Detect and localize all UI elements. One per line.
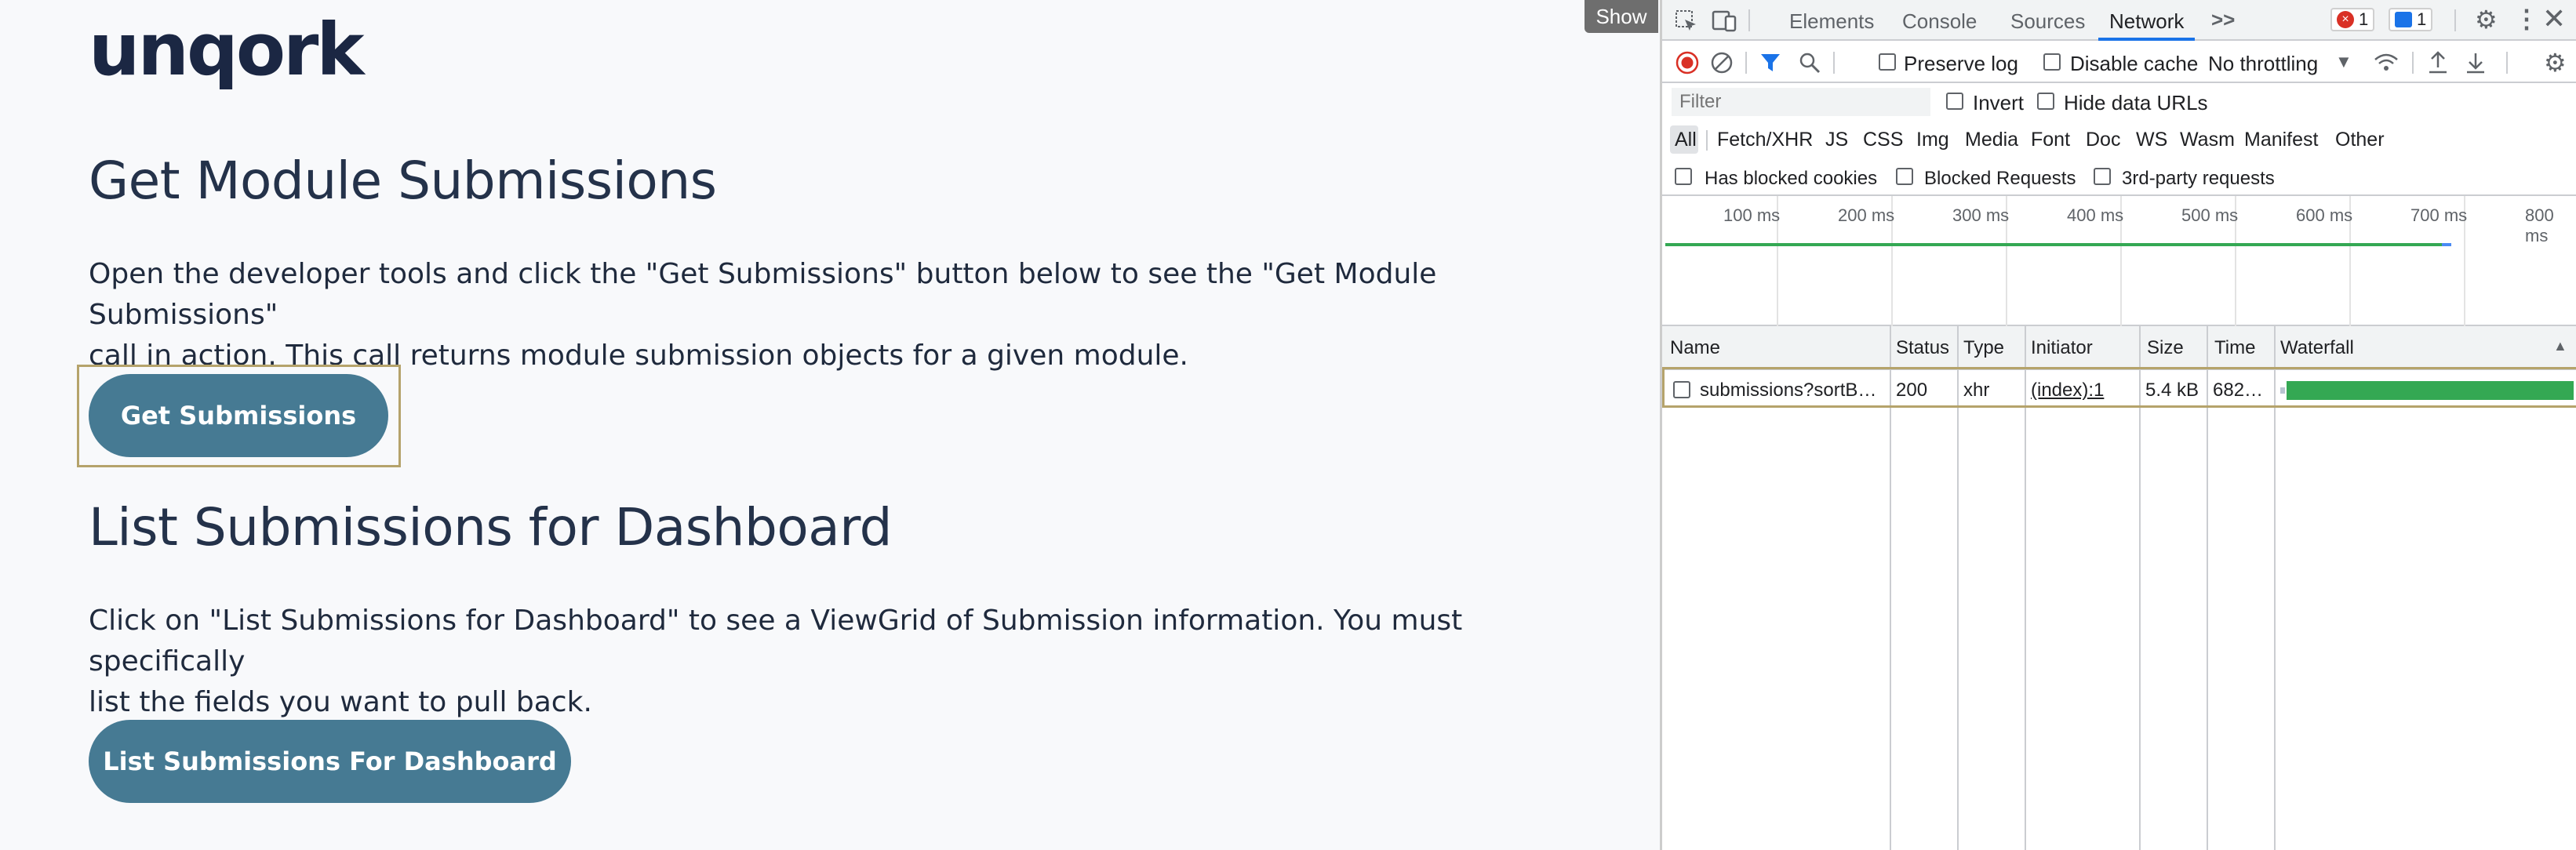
description-line: list the fields you want to pull back. xyxy=(89,686,592,718)
record-stop-icon[interactable] xyxy=(1675,50,1700,75)
divider xyxy=(1833,52,1835,74)
section-description-get-submissions: Open the developer tools and click the "… xyxy=(89,254,1579,376)
blocked-cookies-checkbox[interactable] xyxy=(1675,168,1692,185)
export-har-icon[interactable] xyxy=(2464,50,2487,75)
sort-ascending-icon[interactable]: ▲ xyxy=(2553,339,2567,353)
filter-input[interactable] xyxy=(1672,88,1930,116)
column-header-status[interactable]: Status xyxy=(1896,337,1949,359)
type-filter-media[interactable]: Media xyxy=(1965,129,2018,151)
column-header-size[interactable]: Size xyxy=(2147,337,2184,359)
hide-data-urls-checkbox[interactable] xyxy=(2037,93,2054,110)
divider xyxy=(1706,130,1708,151)
column-header-name[interactable]: Name xyxy=(1670,337,1720,359)
column-header-type[interactable]: Type xyxy=(1963,337,2004,359)
selected-row-outline xyxy=(1662,367,2576,408)
timeline-tick: 800 ms xyxy=(2525,205,2554,245)
filter-row: Invert Hide data URLs xyxy=(1662,83,2576,121)
column-header-waterfall[interactable]: Waterfall xyxy=(2280,337,2354,359)
divider xyxy=(2412,52,2414,74)
preserve-log-label: Preserve log xyxy=(1904,52,2018,75)
unqork-logo: unqork xyxy=(89,8,365,92)
type-filter-img[interactable]: Img xyxy=(1916,129,1949,151)
show-tab[interactable]: Show xyxy=(1585,0,1658,33)
clear-icon[interactable] xyxy=(1709,50,1734,75)
tab-network[interactable]: Network xyxy=(2098,9,2196,41)
search-icon[interactable] xyxy=(1797,50,1822,75)
tab-console[interactable]: Console xyxy=(1902,9,1977,34)
timeline-tick: 100 ms xyxy=(1723,205,1781,225)
blocked-requests-label: Blocked Requests xyxy=(1924,168,2076,189)
devtools-tab-bar: Elements Console Sources Network >> × 1 … xyxy=(1662,0,2576,41)
divider xyxy=(2506,52,2508,74)
disable-cache-label: Disable cache xyxy=(2070,52,2199,75)
preserve-log-checkbox[interactable] xyxy=(1879,53,1896,71)
extra-filters-row: Has blocked cookies Blocked Requests 3rd… xyxy=(1662,158,2576,196)
requests-table-header: Name Status Type Initiator Size Time Wat… xyxy=(1662,326,2576,370)
blocked-requests-checkbox[interactable] xyxy=(1896,168,1913,185)
device-toolbar-icon[interactable] xyxy=(1711,9,1737,34)
blocked-cookies-label: Has blocked cookies xyxy=(1705,168,1878,189)
more-options-icon[interactable]: ⋮ xyxy=(2514,6,2539,31)
network-overview-timeline: 100 ms 200 ms 300 ms 400 ms 500 ms 600 m… xyxy=(1662,196,2576,326)
type-filter-wasm[interactable]: Wasm xyxy=(2180,129,2235,151)
third-party-checkbox[interactable] xyxy=(2094,168,2111,185)
timeline-tick: 600 ms xyxy=(2296,205,2353,225)
column-header-time[interactable]: Time xyxy=(2214,337,2255,359)
timeline-tick: 300 ms xyxy=(1952,205,2010,225)
list-submissions-dashboard-button[interactable]: List Submissions For Dashboard xyxy=(89,720,571,803)
third-party-label: 3rd-party requests xyxy=(2122,168,2275,189)
type-filter-fetch-xhr[interactable]: Fetch/XHR xyxy=(1717,129,1813,151)
filter-icon[interactable] xyxy=(1759,52,1781,74)
description-line: Open the developer tools and click the "… xyxy=(89,258,1437,331)
settings-gear-icon[interactable]: ⚙ xyxy=(2475,7,2498,32)
network-toolbar: Preserve log Disable cache No throttling… xyxy=(1662,41,2576,83)
column-header-initiator[interactable]: Initiator xyxy=(2031,337,2093,359)
type-filter-ws[interactable]: WS xyxy=(2136,129,2167,151)
section-description-list-submissions: Click on "List Submissions for Dashboard… xyxy=(89,601,1579,723)
timeline-tick: 700 ms xyxy=(2410,205,2468,225)
overview-request-bar xyxy=(1665,243,2442,246)
message-icon xyxy=(2395,12,2412,27)
network-settings-icon[interactable]: ⚙ xyxy=(2544,50,2567,75)
type-filter-manifest[interactable]: Manifest xyxy=(2244,129,2318,151)
invert-checkbox[interactable] xyxy=(1946,93,1963,110)
tab-elements[interactable]: Elements xyxy=(1789,9,1874,34)
close-icon[interactable]: ✕ xyxy=(2542,5,2566,33)
tab-sources[interactable]: Sources xyxy=(2010,9,2085,34)
network-conditions-icon[interactable] xyxy=(2373,50,2400,75)
divider xyxy=(2454,9,2456,31)
type-filter-doc[interactable]: Doc xyxy=(2086,129,2120,151)
description-line: Click on "List Submissions for Dashboard… xyxy=(89,605,1463,677)
overview-download-bar xyxy=(2442,243,2451,246)
import-har-icon[interactable] xyxy=(2426,50,2450,75)
invert-label: Invert xyxy=(1973,91,2025,114)
divider xyxy=(1745,52,1747,74)
type-filter-css[interactable]: CSS xyxy=(1863,129,1903,151)
hide-data-urls-label: Hide data URLs xyxy=(2064,91,2208,114)
section-heading-list-submissions: List Submissions for Dashboard xyxy=(89,497,893,558)
type-filter-js[interactable]: JS xyxy=(1825,129,1848,151)
error-badge[interactable]: × 1 xyxy=(2330,8,2375,31)
timeline-tick: 200 ms xyxy=(1838,205,1895,225)
timeline-tick: 500 ms xyxy=(2181,205,2239,225)
resource-type-filters: All Fetch/XHR JS CSS Img Media Font Doc … xyxy=(1662,121,2576,158)
timeline-tick: 400 ms xyxy=(2067,205,2124,225)
get-submissions-button[interactable]: Get Submissions xyxy=(89,374,388,457)
dropdown-arrow-icon[interactable]: ▼ xyxy=(2335,53,2352,71)
type-filter-other[interactable]: Other xyxy=(2335,129,2385,151)
divider xyxy=(1748,9,1750,31)
error-count: 1 xyxy=(2359,9,2369,29)
type-filter-all[interactable]: All xyxy=(1675,129,1697,151)
unqork-page: unqork Get Module Submissions Open the d… xyxy=(0,0,1660,850)
error-icon: × xyxy=(2337,11,2354,28)
type-filter-font[interactable]: Font xyxy=(2031,129,2070,151)
more-tabs-icon[interactable]: >> xyxy=(2211,8,2235,32)
devtools-panel: Elements Console Sources Network >> × 1 … xyxy=(1660,0,2576,850)
disable-cache-checkbox[interactable] xyxy=(2043,53,2061,71)
message-badge[interactable]: 1 xyxy=(2389,8,2433,31)
throttling-select[interactable]: No throttling xyxy=(2208,52,2318,76)
section-heading-get-submissions: Get Module Submissions xyxy=(89,151,717,211)
message-count: 1 xyxy=(2417,9,2427,29)
inspect-element-icon[interactable] xyxy=(1674,9,1699,34)
